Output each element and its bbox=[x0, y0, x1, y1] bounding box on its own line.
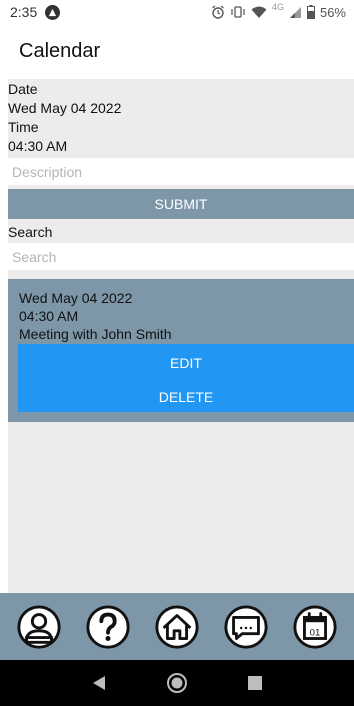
home-system-button[interactable] bbox=[162, 668, 192, 698]
status-bar: 2:35 4G 56% bbox=[0, 0, 354, 24]
network-type: 4G bbox=[271, 2, 284, 12]
help-icon bbox=[86, 604, 130, 649]
recents-button[interactable] bbox=[240, 668, 270, 698]
signal-icon bbox=[289, 6, 301, 18]
nav-chat-button[interactable] bbox=[221, 602, 271, 652]
wifi-icon bbox=[251, 6, 267, 18]
battery-icon bbox=[306, 5, 315, 19]
date-label: Date bbox=[8, 81, 38, 97]
back-button[interactable] bbox=[84, 668, 114, 698]
battery-percent: 56% bbox=[319, 4, 346, 20]
back-icon bbox=[93, 676, 105, 690]
calendar-badge: 01 bbox=[310, 627, 321, 638]
system-nav-bar bbox=[0, 660, 354, 706]
page-title: Calendar bbox=[19, 40, 101, 62]
user-icon bbox=[17, 604, 61, 649]
time-value[interactable]: 04:30 AM bbox=[8, 137, 67, 155]
nav-profile-button[interactable] bbox=[14, 602, 64, 652]
edit-button[interactable]: EDIT bbox=[18, 344, 354, 381]
description-input[interactable] bbox=[8, 158, 354, 185]
vibrate-icon bbox=[231, 6, 245, 18]
home-icon bbox=[155, 604, 199, 649]
date-value[interactable]: Wed May 04 2022 bbox=[8, 99, 121, 117]
app-notification-icon bbox=[45, 4, 61, 20]
event-description: Meeting with John Smith bbox=[19, 326, 172, 342]
event-date: Wed May 04 2022 bbox=[19, 290, 133, 306]
delete-button[interactable]: DELETE bbox=[18, 381, 354, 412]
nav-help-button[interactable] bbox=[83, 602, 133, 652]
time-label: Time bbox=[8, 119, 39, 135]
event-time: 04:30 AM bbox=[19, 308, 79, 324]
search-input[interactable] bbox=[8, 243, 354, 270]
square-recents-icon bbox=[248, 676, 262, 690]
status-time: 2:35 bbox=[10, 4, 38, 20]
status-icons: 4G 56% bbox=[211, 2, 346, 20]
calendar-icon: 01 bbox=[293, 604, 337, 649]
bottom-nav: 01 bbox=[0, 593, 354, 660]
submit-button[interactable]: SUBMIT bbox=[8, 189, 354, 219]
chat-icon bbox=[224, 604, 268, 649]
nav-calendar-button[interactable]: 01 bbox=[290, 602, 340, 652]
nav-home-button[interactable] bbox=[152, 602, 202, 652]
event-card: Wed May 04 2022 04:30 AM Meeting with Jo… bbox=[8, 279, 354, 422]
alarm-icon bbox=[212, 5, 224, 19]
search-label: Search bbox=[8, 224, 53, 240]
circle-home-icon bbox=[167, 673, 187, 693]
